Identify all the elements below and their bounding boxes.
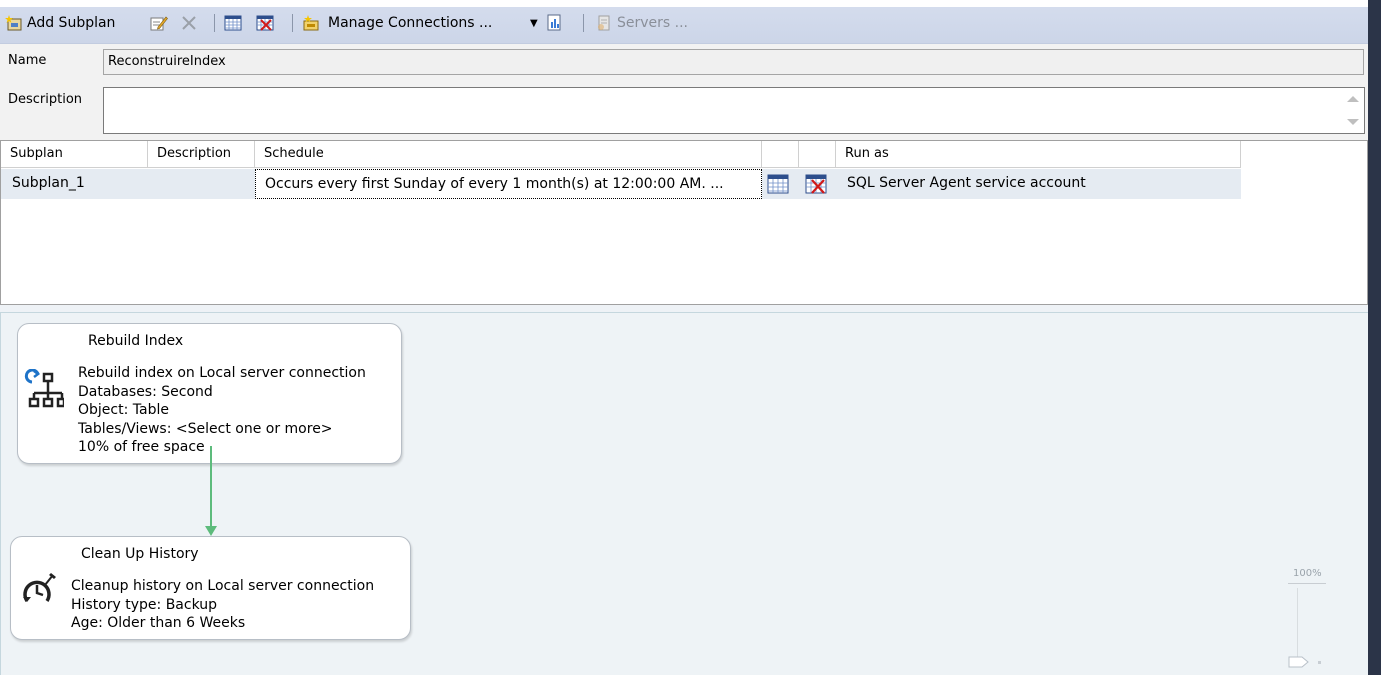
add-subplan-button[interactable]: Add Subplan — [5, 12, 115, 34]
remove-schedule-icon — [805, 174, 827, 194]
description-field[interactable] — [103, 87, 1365, 134]
run-as-cell[interactable]: SQL Server Agent service account — [836, 169, 1241, 199]
delete-x-icon — [180, 14, 198, 32]
add-subplan-icon — [5, 14, 23, 32]
column-header-schedule[interactable]: Schedule — [255, 141, 762, 168]
subplan-properties-panel: Name ReconstruireIndex Description — [0, 44, 1368, 140]
toolbar-separator — [214, 14, 215, 32]
task-detail-line: History type: Backup — [71, 596, 218, 613]
toolbar: Add Subplan Manage Connections ... ▼ Ser… — [0, 0, 1368, 44]
cleanup-history-task[interactable]: Clean Up History Cleanup history on Loca… — [10, 536, 411, 640]
zoom-slider[interactable] — [1297, 588, 1304, 658]
name-field[interactable]: ReconstruireIndex — [103, 49, 1364, 75]
toolbar-separator — [292, 14, 293, 32]
report-icon — [546, 14, 564, 32]
task-detail-line: Object: Table — [78, 402, 169, 418]
zoom-level-label: 100% — [1293, 568, 1322, 579]
description-label: Description — [8, 92, 83, 107]
arrow-head-icon — [205, 526, 217, 536]
rebuild-index-icon — [24, 368, 66, 419]
schedule-cell[interactable]: Occurs every first Sunday of every 1 mon… — [255, 169, 762, 199]
zoom-slider-thumb-icon[interactable] — [1288, 655, 1328, 673]
column-header-description[interactable]: Description — [148, 141, 255, 168]
subplan-schedule-button[interactable] — [224, 12, 242, 34]
remove-schedule-button[interactable] — [256, 12, 274, 34]
manage-connections-button[interactable]: Manage Connections ... — [302, 12, 492, 34]
task-details: Cleanup history on Local server connecti… — [71, 577, 374, 633]
reporting-logging-button[interactable] — [546, 12, 564, 34]
rebuild-index-task[interactable]: Rebuild Index Rebuild index on Local ser… — [17, 323, 402, 464]
cleanup-history-icon — [19, 571, 59, 615]
subplan-grid: Subplan Description Schedule Run as Subp… — [0, 140, 1368, 305]
task-title: Clean Up History — [81, 546, 199, 562]
add-subplan-label: Add Subplan — [27, 15, 116, 31]
subplan-properties-button[interactable] — [150, 12, 168, 34]
edit-properties-icon — [150, 14, 168, 32]
task-detail-line: Cleanup history on Local server connecti… — [71, 578, 375, 594]
delete-subplan-button[interactable] — [180, 12, 198, 34]
connections-dropdown-button[interactable]: ▼ — [530, 12, 538, 34]
subplan-name-cell[interactable]: Subplan_1 — [1, 169, 148, 199]
task-detail-line: Age: Older than 6 Weeks — [71, 615, 246, 631]
toolbar-separator — [583, 14, 584, 32]
task-detail-line: 10% of free space — [78, 439, 205, 455]
chevron-down-icon: ▼ — [530, 17, 538, 29]
scroll-up-icon[interactable] — [1347, 96, 1359, 102]
name-label: Name — [8, 53, 47, 68]
calendar-icon — [767, 174, 789, 194]
remove-schedule-icon — [256, 14, 274, 32]
task-detail-line: Tables/Views: <Select one or more> — [78, 420, 333, 437]
zoom-divider — [1288, 583, 1326, 584]
task-title: Rebuild Index — [88, 333, 184, 349]
manage-connections-label: Manage Connections ... — [328, 15, 493, 31]
column-header-remove-schedule — [799, 141, 836, 168]
column-header-run-as[interactable]: Run as — [836, 141, 1241, 168]
task-details: Rebuild index on Local server connection… — [78, 364, 366, 457]
task-detail-line: Rebuild index on Local server connection — [78, 365, 366, 381]
calendar-icon — [224, 14, 242, 32]
servers-icon — [595, 14, 613, 32]
subplan-description-cell[interactable] — [148, 169, 255, 199]
edit-schedule-button[interactable] — [767, 169, 795, 199]
servers-label: Servers ... — [617, 15, 689, 31]
column-header-subplan[interactable]: Subplan — [1, 141, 148, 168]
column-header-edit-schedule — [762, 141, 799, 168]
scroll-down-icon[interactable] — [1347, 119, 1359, 125]
servers-button[interactable]: Servers ... — [595, 12, 688, 34]
remove-schedule-cell-button[interactable] — [805, 169, 833, 199]
window-edge — [1368, 0, 1381, 675]
precedence-constraint[interactable] — [210, 446, 212, 528]
connections-icon — [302, 14, 320, 32]
task-detail-line: Databases: Second — [78, 383, 213, 400]
